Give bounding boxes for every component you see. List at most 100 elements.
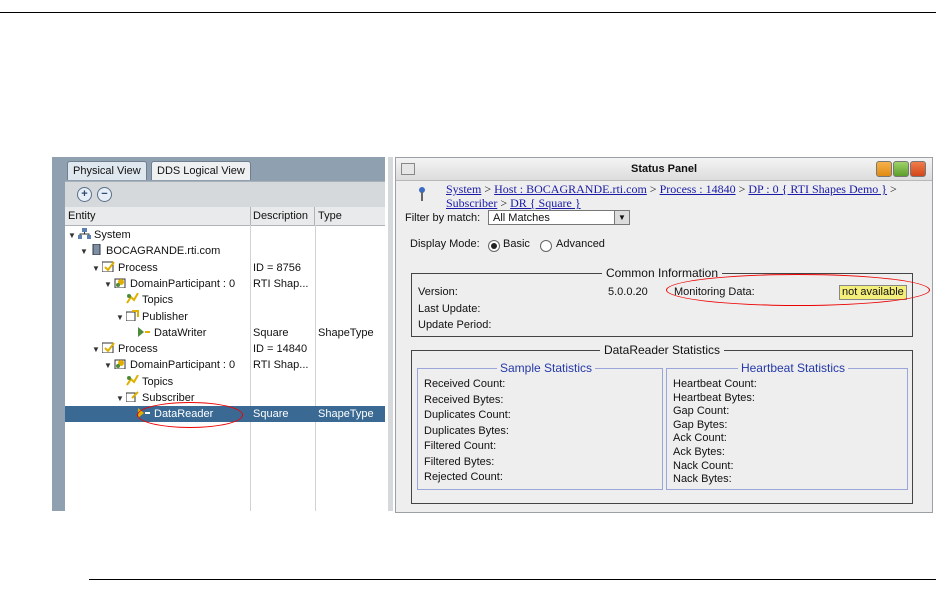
tree-row-label: System: [94, 229, 131, 241]
maximize-button[interactable]: [893, 161, 909, 177]
tree-row-entity: ▼ DomainParticipant : 0: [104, 357, 250, 374]
sample-statistic-label: Filtered Bytes:: [424, 455, 495, 468]
tree-row[interactable]: Topics: [65, 292, 385, 308]
breadcrumb-separator: >: [481, 182, 495, 196]
tree-row-label: DomainParticipant : 0: [130, 277, 236, 290]
tree-row[interactable]: ▼ Subscriber: [65, 390, 385, 406]
tree-row-description: ID = 8756: [253, 261, 302, 274]
datareader-statistics-group: DataReader Statistics Sample Statistics …: [411, 343, 913, 504]
bottom-rule: [89, 579, 936, 580]
tree-row-entity: ▼ DomainParticipant : 0: [104, 276, 250, 293]
last-update-label: Last Update:: [418, 303, 481, 315]
tree-row-description: RTI Shap...: [253, 277, 309, 290]
tree-row[interactable]: ▼ Process ID = 8756: [65, 260, 385, 276]
pane-edge: [52, 157, 65, 511]
tree-row-label: Publisher: [142, 310, 188, 323]
tree-row-entity: Topics: [116, 374, 250, 390]
expand-toggle-icon[interactable]: ▼: [92, 261, 102, 277]
subscriber-icon: [125, 391, 139, 403]
tree-row-label: Process: [118, 261, 158, 274]
tree-toolbar: + −: [65, 181, 385, 208]
tree-row[interactable]: ▼ Process ID = 14840: [65, 341, 385, 357]
expand-toggle-icon[interactable]: ▼: [104, 358, 114, 374]
filter-select-value: All Matches: [493, 212, 550, 224]
breadcrumb-link[interactable]: Subscriber: [446, 196, 497, 210]
expand-toggle-icon[interactable]: ▼: [68, 228, 78, 244]
expand-toggle-icon[interactable]: ▼: [80, 244, 90, 260]
sample-statistic-label: Filtered Count:: [424, 440, 497, 452]
chevron-down-icon: ▼: [614, 211, 629, 224]
close-button[interactable]: [910, 161, 926, 177]
filter-label: Filter by match:: [405, 212, 481, 224]
tree-row[interactable]: ▼ BOCAGRANDE.rti.com: [65, 243, 385, 259]
sample-statistic-label: Received Bytes:: [424, 393, 504, 406]
heartbeat-statistic-label: Nack Bytes:: [673, 473, 732, 486]
display-mode-label: Display Mode:: [410, 238, 480, 250]
tree-row[interactable]: Topics: [65, 374, 385, 390]
sample-statistics-group: Sample Statistics Received Count: Receive…: [417, 361, 663, 490]
tree-row[interactable]: ▼ Publisher: [65, 309, 385, 325]
breadcrumb-link[interactable]: System: [446, 182, 481, 196]
version-label: Version:: [418, 286, 458, 298]
host-icon: [90, 243, 103, 256]
sample-statistics-title: Sample Statistics: [496, 361, 596, 375]
network-icon: [78, 228, 91, 239]
entity-pane: Physical View DDS Logical View + − Entit…: [52, 157, 385, 511]
tree-row-entity: ▼ BOCAGRANDE.rti.com: [80, 243, 250, 260]
breadcrumb-separator: >: [735, 182, 749, 196]
sample-statistic-label: Duplicates Bytes:: [424, 424, 509, 437]
tree-header: Entity Description Type: [65, 207, 385, 226]
tree-row[interactable]: ▼ System: [65, 227, 385, 243]
heartbeat-statistics-title: Heartbeat Statistics: [737, 361, 849, 375]
breadcrumb-separator: >: [887, 182, 897, 196]
breadcrumb-link[interactable]: DP : 0 { RTI Shapes Demo }: [748, 182, 887, 196]
breadcrumb-link[interactable]: DR { Square }: [510, 196, 581, 210]
radio-advanced[interactable]: [540, 240, 552, 252]
tree-row[interactable]: ▼ DomainParticipant : 0 RTI Shap...: [65, 357, 385, 373]
expand-all-button[interactable]: +: [77, 187, 92, 202]
tree-row-description: Square: [253, 408, 289, 421]
tree-row-type: ShapeType: [318, 326, 374, 339]
filter-select[interactable]: All Matches ▼: [488, 210, 630, 225]
radio-basic-label: Basic: [503, 238, 530, 250]
tab-dds-logical-view[interactable]: DDS Logical View: [151, 161, 251, 180]
expand-toggle-icon[interactable]: ▼: [92, 342, 102, 358]
top-rule: [0, 12, 936, 13]
tree-row-type: ShapeType: [318, 408, 374, 421]
breadcrumb-link[interactable]: Process : 14840: [660, 182, 736, 196]
expand-toggle-icon[interactable]: ▼: [116, 391, 126, 407]
tree-row-entity: ▼ Publisher: [116, 309, 250, 326]
tab-physical-view[interactable]: Physical View: [67, 161, 147, 180]
status-panel: Status Panel System > Host : BOCAGRANDE.…: [395, 157, 933, 513]
view-tabs: Physical View DDS Logical View: [65, 157, 385, 181]
radio-basic[interactable]: [488, 240, 500, 252]
expand-toggle-icon[interactable]: ▼: [116, 310, 126, 326]
tree-row[interactable]: DataWriter Square ShapeType: [65, 325, 385, 341]
tree-row[interactable]: ▼ DomainParticipant : 0 RTI Shap...: [65, 276, 385, 292]
tree-row-entity: DataWriter: [128, 325, 250, 341]
datawriter-icon: [138, 326, 151, 337]
panel-titlebar: Status Panel: [396, 158, 932, 181]
tree-row-entity: ▼ Process: [92, 341, 250, 358]
participant-icon: [114, 277, 127, 289]
highlight-monitoring-data: [666, 274, 930, 306]
column-header-entity[interactable]: Entity: [65, 207, 251, 225]
tree-row-label: BOCAGRANDE.rti.com: [106, 245, 221, 258]
minimize-button[interactable]: [876, 161, 892, 177]
tree-row-label: DataWriter: [154, 326, 207, 339]
tree-row-description: Square: [253, 326, 289, 339]
tree-row-label: DomainParticipant : 0: [130, 359, 236, 372]
version-value: 5.0.0.20: [608, 286, 648, 298]
breadcrumb-link[interactable]: Host : BOCAGRANDE.rti.com: [494, 182, 647, 196]
highlight-datareader: [137, 402, 243, 428]
splitter-handle[interactable]: [388, 157, 393, 511]
sample-statistic-label: Duplicates Count:: [424, 409, 511, 421]
plus-icon: +: [81, 188, 88, 200]
column-header-type[interactable]: Type: [315, 207, 384, 225]
expand-toggle-icon[interactable]: ▼: [104, 277, 114, 293]
pin-icon[interactable]: [417, 186, 427, 202]
column-header-description[interactable]: Description: [250, 207, 315, 225]
collapse-all-button[interactable]: −: [97, 187, 112, 202]
sample-statistic-label: Received Count:: [424, 378, 506, 390]
process-icon: [101, 342, 115, 354]
